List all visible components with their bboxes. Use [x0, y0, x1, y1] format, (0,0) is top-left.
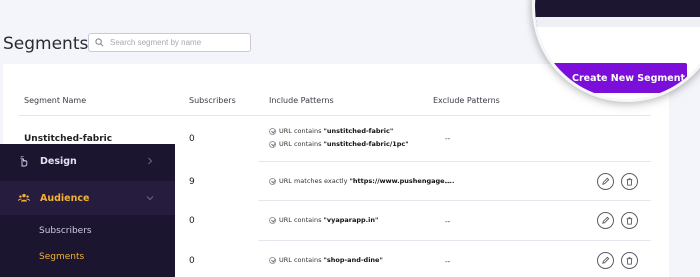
row-divider	[258, 240, 651, 241]
column-header-segment-name: Segment Name	[24, 96, 87, 105]
column-header-include-patterns: Include Patterns	[269, 96, 334, 105]
row-divider	[258, 200, 651, 201]
sidebar-item-label: Design	[40, 155, 77, 167]
column-header-subscribers: Subscribers	[189, 96, 236, 105]
search-input[interactable]	[110, 38, 245, 47]
edit-button[interactable]	[597, 173, 614, 190]
check-circle-icon	[269, 177, 276, 185]
hand-pointer-icon	[20, 156, 28, 167]
exclude-pattern: --	[445, 134, 451, 143]
trash-icon	[626, 177, 633, 186]
exclude-pattern: --	[445, 257, 451, 266]
pencil-icon	[602, 177, 610, 185]
trash-icon	[626, 256, 633, 265]
check-circle-icon	[269, 127, 276, 135]
include-pattern: URL contains "unstitched-fabric"	[269, 127, 393, 135]
trash-icon	[626, 216, 633, 225]
chevron-right-icon	[148, 157, 153, 165]
subscriber-count: 0	[189, 134, 195, 144]
delete-button[interactable]	[621, 252, 638, 269]
subscriber-count: 9	[189, 177, 195, 187]
sidebar-item-audience[interactable]: Audience	[0, 181, 175, 215]
page-title: Segments	[3, 34, 89, 54]
pencil-icon	[602, 256, 610, 264]
sidebar: Design Audience Subscribers Segments	[0, 144, 175, 277]
column-header-exclude-patterns: Exclude Patterns	[433, 96, 500, 105]
edit-button[interactable]	[597, 212, 614, 229]
delete-button[interactable]	[621, 173, 638, 190]
search-icon	[95, 38, 104, 47]
pencil-icon	[602, 216, 610, 224]
exclude-pattern: --	[445, 178, 451, 187]
sidebar-item-label: Audience	[40, 192, 90, 204]
subscriber-count: 0	[189, 256, 195, 266]
sidebar-subitem-segments[interactable]: Segments	[39, 252, 84, 262]
search-box[interactable]	[88, 33, 251, 52]
zoom-callout: Create New Segment	[532, 0, 700, 102]
delete-button[interactable]	[621, 212, 638, 229]
create-button-label: Create New Segment	[572, 72, 686, 84]
check-circle-icon	[269, 216, 276, 224]
include-pattern: URL matches exactly "https://www.pushenga…	[269, 177, 454, 185]
include-pattern: URL contains "shop-and-dine"	[269, 256, 383, 264]
sidebar-item-design[interactable]: Design	[0, 144, 175, 178]
check-circle-icon	[269, 256, 276, 264]
include-pattern: URL contains "vyaparapp.in"	[269, 216, 378, 224]
plus-circle-icon	[555, 73, 564, 83]
header-divider	[18, 115, 651, 116]
sidebar-subitem-subscribers[interactable]: Subscribers	[39, 226, 92, 236]
zoom-header-area	[535, 0, 700, 27]
subscriber-count: 0	[189, 216, 195, 226]
chevron-down-icon	[146, 196, 154, 201]
check-circle-icon	[269, 140, 276, 148]
include-pattern: URL contains "unstitched-fabric/1pc"	[269, 140, 409, 148]
edit-button[interactable]	[597, 252, 614, 269]
segment-name[interactable]: Unstitched-fabric	[24, 134, 112, 144]
exclude-pattern: --	[445, 217, 451, 226]
users-icon	[18, 193, 30, 202]
row-divider	[258, 161, 651, 162]
create-new-segment-button[interactable]: Create New Segment	[543, 63, 687, 93]
